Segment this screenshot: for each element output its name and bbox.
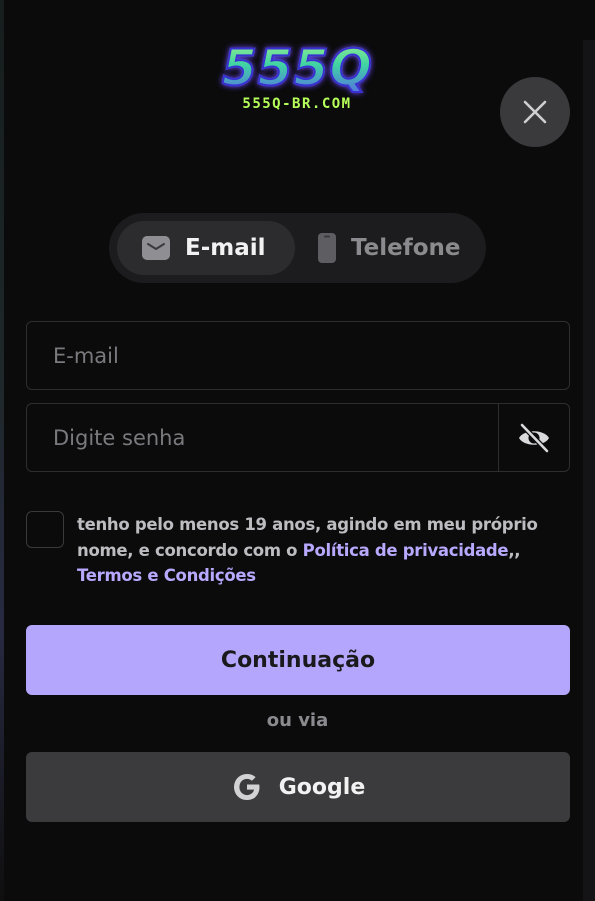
age-terms-checkbox[interactable] bbox=[26, 511, 64, 548]
login-method-tabs: E-mail Telefone bbox=[109, 213, 486, 283]
google-login-label: Google bbox=[278, 774, 366, 800]
email-field-wrapper bbox=[26, 321, 570, 390]
eye-off-icon bbox=[519, 422, 550, 453]
phone-icon bbox=[317, 232, 337, 264]
password-visibility-toggle[interactable] bbox=[498, 404, 569, 471]
google-login-button[interactable]: Google bbox=[26, 752, 570, 822]
tab-email-label: E-mail bbox=[185, 235, 266, 261]
google-icon bbox=[231, 771, 263, 803]
terms-separator: ,, bbox=[508, 540, 521, 560]
terms-conditions-link[interactable]: Termos e Condições bbox=[77, 566, 256, 585]
password-input[interactable] bbox=[27, 404, 499, 471]
brand-logo: 555Q 555Q-BR.COM bbox=[221, 36, 373, 126]
email-input[interactable] bbox=[27, 322, 569, 389]
backdrop-edge bbox=[0, 0, 4, 901]
register-page: 555Q 555Q-BR.COM E-mail Telefone E-mail … bbox=[0, 0, 595, 901]
or-via-divider: ou via bbox=[266, 710, 329, 731]
tab-phone[interactable]: Telefone bbox=[305, 221, 475, 275]
mail-icon bbox=[141, 233, 171, 263]
continue-button[interactable]: Continuação bbox=[26, 625, 570, 695]
modal-scroll-edge bbox=[583, 40, 595, 901]
logo-wordmark: 555Q bbox=[221, 36, 373, 100]
close-icon bbox=[523, 100, 547, 124]
close-button[interactable] bbox=[500, 77, 570, 147]
tab-phone-label: Telefone bbox=[351, 235, 461, 261]
password-field-wrapper bbox=[26, 403, 570, 472]
terms-text: tenho pelo menos 19 anos, agindo em meu … bbox=[77, 512, 569, 589]
privacy-policy-link[interactable]: Política de privacidade bbox=[303, 541, 509, 560]
tab-email[interactable]: E-mail bbox=[117, 221, 295, 275]
